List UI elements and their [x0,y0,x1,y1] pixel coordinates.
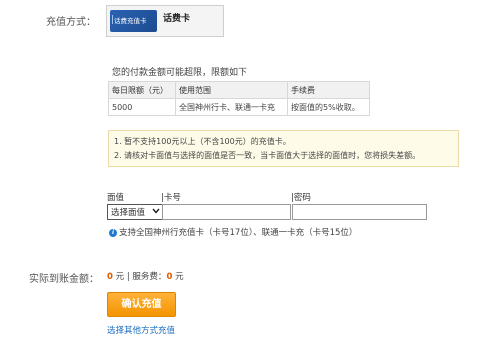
limits-table: 每日限额（元） 使用范围 手续费 5000 全国神州行卡、联通一卡充 按面值的5… [108,81,370,116]
password-input[interactable] [292,204,427,220]
fee-unit: 元 [175,272,184,282]
table-header: 每日限额（元） [108,81,176,99]
tips-box: 1. 暂不支持100元以上（不含100元）的充值卡。 2. 请核对卡面值与选择的… [108,130,459,167]
confirm-recharge-button[interactable]: 确认充值 [107,292,176,317]
phone-card-image: 话费充值卡 [110,10,157,32]
card-number-input[interactable] [162,204,291,220]
table-cell: 全国神州行卡、联通一卡充 [175,98,288,116]
card-number-label: |卡号 [161,193,181,203]
amount-label: 实际到账金额： [29,274,99,285]
amount-value: 0 [107,272,113,282]
fee-label: 服务费： [132,272,167,282]
limit-note: 您的付款金额可能超限，限额如下 [112,68,248,78]
card-support-info: i 支持全国神州行充值卡（卡号17位）、联通一卡充（卡号15位） [109,226,357,238]
password-label: |密码 [291,193,311,203]
tip-item: 2. 请核对卡面值与选择的面值是否一致，当卡面值大于选择的面值时，您将损失差额。 [114,151,421,160]
other-methods-link[interactable]: 选择其他方式充值 [107,324,175,336]
select-value: 选择面值 [111,208,146,218]
fee-value: 0 [166,272,173,282]
table-row: 5000 全国神州行卡、联通一卡充 按面值的5%收取。 [108,98,370,116]
payment-method-card-option[interactable]: 话费充值卡 话费卡 [106,5,224,37]
chevron-down-icon [152,208,160,214]
face-value-label: 面值 [107,193,125,203]
recharge-method-label: 充值方式： [46,17,96,28]
separator: | [126,272,130,282]
table-cell: 按面值的5%收取。 [287,98,370,116]
amount-line: 0 元 | 服务费：0 元 [107,270,184,282]
table-header: 使用范围 [175,81,288,99]
face-value-select[interactable]: 选择面值 [107,204,163,220]
table-header: 手续费 [287,81,370,99]
card-image-text: 话费充值卡 [114,17,147,25]
info-icon: i [109,228,117,237]
table-header-row: 每日限额（元） 使用范围 手续费 [108,81,370,99]
info-text: 支持全国神州行充值卡（卡号17位）、联通一卡充（卡号15位） [119,228,358,238]
amount-unit: 元 [115,272,125,282]
tip-item: 1. 暂不支持100元以上（不含100元）的充值卡。 [114,137,291,146]
payment-method-name: 话费卡 [163,14,191,24]
table-cell: 5000 [108,98,176,116]
